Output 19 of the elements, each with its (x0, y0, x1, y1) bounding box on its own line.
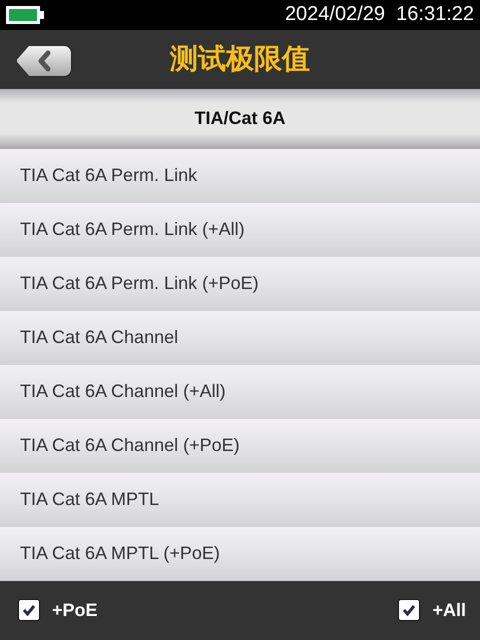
limit-list-item[interactable]: TIA Cat 6A MPTL (+PoE) (0, 526, 480, 581)
limit-list-item[interactable]: TIA Cat 6A Channel (0, 310, 480, 365)
battery-icon (5, 4, 45, 25)
checkbox[interactable] (18, 599, 40, 622)
date-time: 2024/02/29 16:31:22 (284, 3, 474, 26)
limit-list-item[interactable]: TIA Cat 6A Channel (+PoE) (0, 418, 480, 473)
checkbox-label: +All (432, 600, 466, 621)
limit-list-item[interactable]: TIA Cat 6A Channel (+All) (0, 364, 480, 419)
back-button[interactable] (16, 44, 72, 77)
limit-list-item[interactable]: TIA Cat 6A Perm. Link (0, 148, 480, 203)
limit-list-item[interactable]: TIA Cat 6A Perm. Link (+All) (0, 202, 480, 257)
check-icon (22, 604, 36, 616)
group-header: TIA/Cat 6A (0, 89, 480, 149)
checkbox[interactable] (398, 599, 420, 622)
limit-list-item[interactable]: TIA Cat 6A Perm. Link (+PoE) (0, 256, 480, 311)
checkbox-label: +PoE (52, 600, 98, 621)
check-icon (402, 604, 416, 616)
limit-list-item[interactable]: TIA Cat 6A MPTL (0, 472, 480, 527)
screen-title: 测试极限值 (170, 42, 310, 76)
